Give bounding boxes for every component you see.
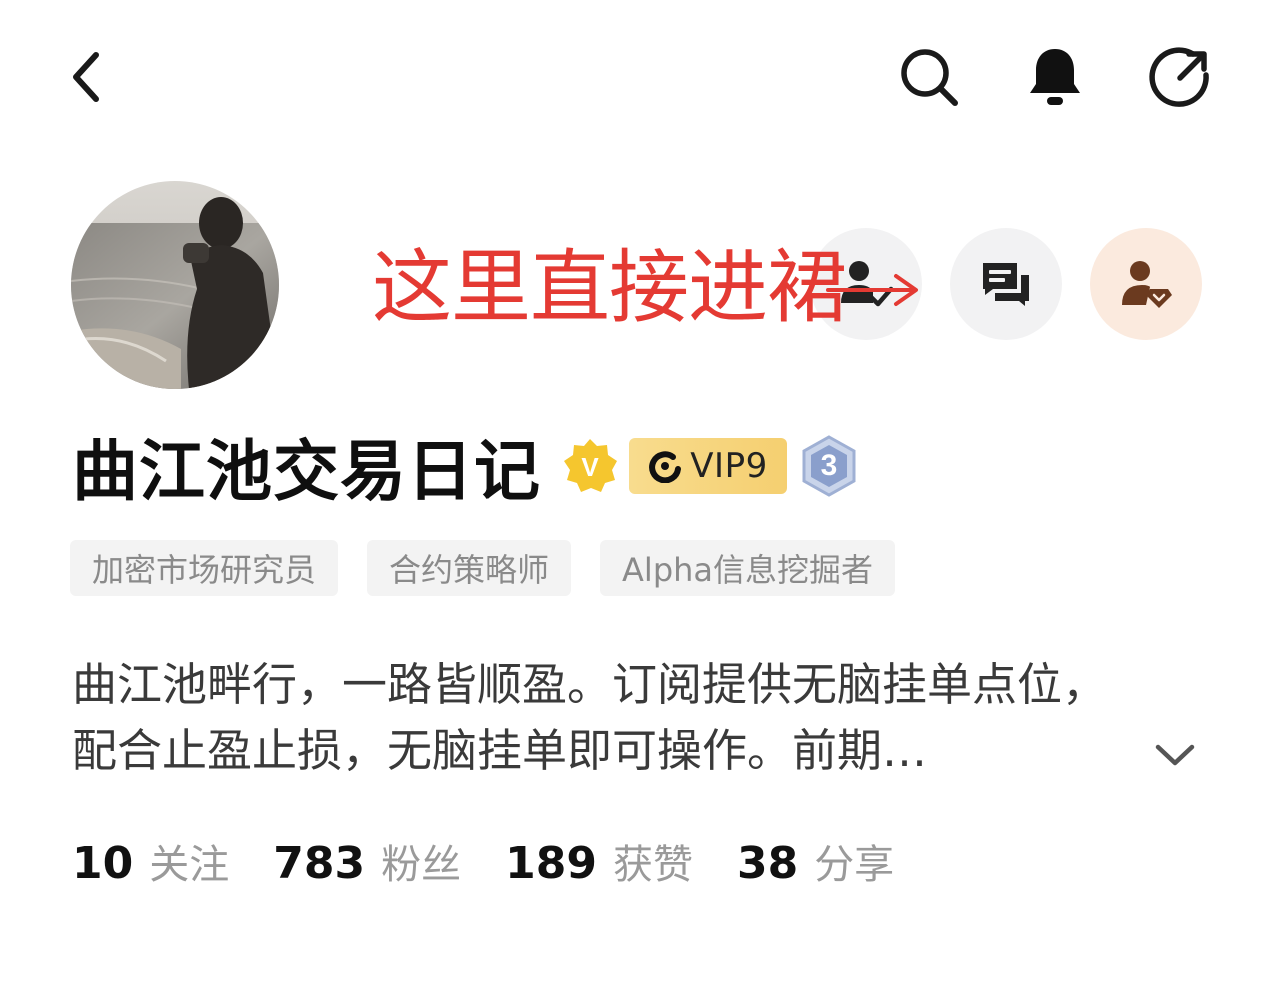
svg-text:V: V	[581, 452, 599, 482]
back-button[interactable]	[56, 46, 116, 108]
avatar-photo	[71, 181, 279, 389]
message-button[interactable]	[950, 228, 1062, 340]
tag-item[interactable]: 加密市场研究员	[70, 540, 339, 596]
stat-shares[interactable]: 38 分享	[737, 832, 894, 890]
user-diamond-icon	[1122, 261, 1172, 308]
expand-bio-button[interactable]	[1150, 730, 1200, 780]
tag-item[interactable]: Alpha信息挖掘者	[600, 540, 896, 596]
share-arrow-icon	[1149, 47, 1209, 107]
verified-v-icon: V	[564, 439, 617, 492]
stat-followers[interactable]: 783 粉丝	[273, 832, 461, 890]
name-row: 曲江池交易日记 V VIP9 3	[72, 424, 857, 510]
chevron-left-icon	[73, 52, 99, 102]
stat-value: 38	[736, 838, 799, 889]
subscribe-button[interactable]	[1090, 228, 1202, 340]
stat-value: 10	[72, 838, 134, 889]
stat-label: 关注	[149, 842, 230, 888]
profile-stats: 10 关注 783 粉丝 189 获赞 38 分享	[72, 832, 938, 892]
level-number: 3	[820, 449, 838, 482]
vip-badge: VIP9	[629, 438, 787, 494]
stat-following[interactable]: 10 关注	[72, 832, 229, 890]
profile-tags: 加密市场研究员 合约策略师 Alpha信息挖掘者	[70, 540, 896, 596]
stat-value: 783	[273, 838, 366, 889]
annotation-text: 这里直接进裙	[372, 241, 847, 334]
bell-icon	[1030, 49, 1080, 105]
bio: 曲江池畔行，一路皆顺盈。订阅提供无脑挂单点位， 配合止盈止损，无脑挂单即可操作。…	[72, 652, 1172, 784]
share-button[interactable]	[1146, 44, 1214, 112]
avatar[interactable]	[71, 181, 279, 389]
user-check-icon	[841, 261, 893, 307]
level-badge: 3	[801, 435, 857, 497]
follow-button[interactable]	[810, 228, 922, 340]
bio-line: 配合止盈止损，无脑挂单即可操作。前期…	[72, 724, 928, 777]
stat-label: 分享	[814, 842, 895, 888]
stat-value: 189	[505, 838, 597, 889]
search-icon	[901, 49, 958, 106]
tag-item[interactable]: 合约策略师	[367, 540, 572, 596]
vip-label: VIP9	[690, 446, 768, 486]
vip-logo-icon	[649, 451, 682, 483]
stat-label: 获赞	[612, 842, 693, 888]
search-button[interactable]	[896, 44, 962, 110]
user-name: 曲江池交易日记	[72, 433, 541, 510]
stat-label: 粉丝	[381, 842, 462, 888]
chevron-down-icon	[1155, 744, 1195, 766]
chat-bubbles-icon	[983, 263, 1029, 306]
bio-line: 曲江池畔行，一路皆顺盈。订阅提供无脑挂单点位，	[72, 658, 1108, 711]
notifications-button[interactable]	[1024, 44, 1086, 110]
stat-likes[interactable]: 189 获赞	[505, 832, 693, 890]
